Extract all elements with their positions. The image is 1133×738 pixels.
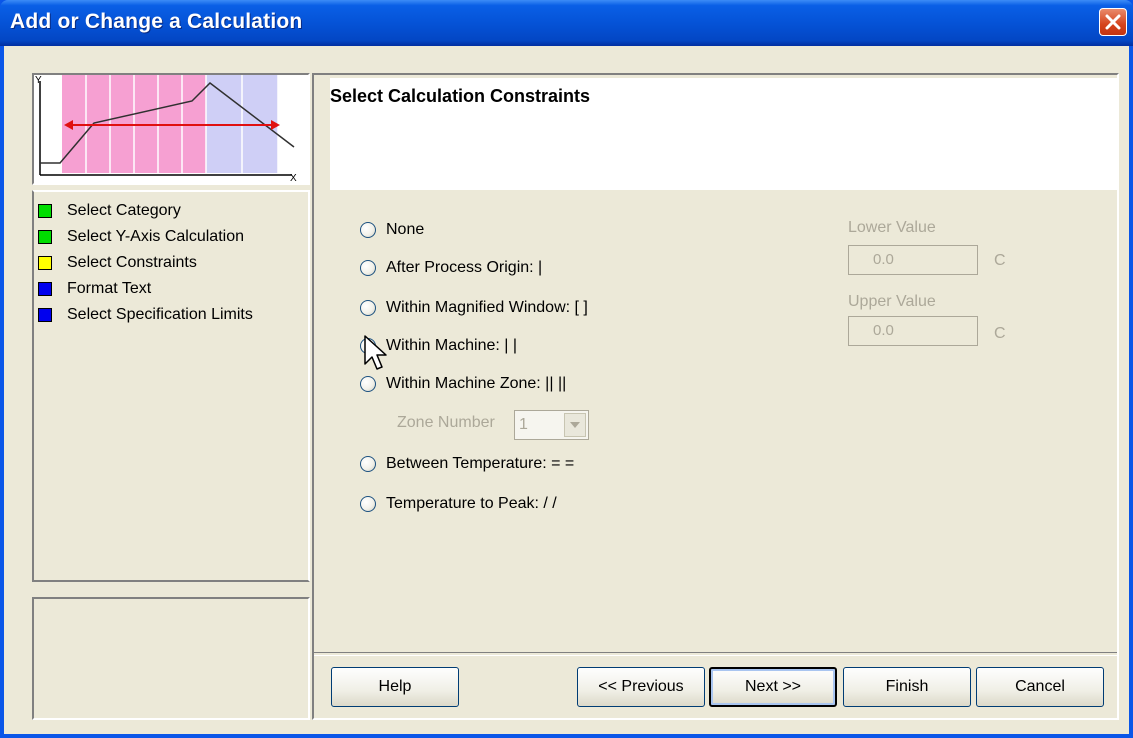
- radio-label: Within Machine: | |: [386, 337, 518, 354]
- close-icon: [1105, 14, 1121, 30]
- calculation-preview: Y X: [32, 73, 310, 185]
- radio-button[interactable]: [360, 456, 376, 472]
- step-label: Format Text: [67, 280, 152, 297]
- step-item-select-constraints: Select Constraints: [38, 250, 197, 276]
- y-axis-label: Y: [35, 75, 42, 86]
- help-button[interactable]: Help: [331, 667, 459, 707]
- zone-number-label: Zone Number: [397, 414, 495, 431]
- step-label: Select Category: [67, 202, 181, 219]
- x-axis-label: X: [290, 173, 297, 183]
- radio-none[interactable]: None: [360, 218, 424, 242]
- radio-button[interactable]: [360, 376, 376, 392]
- radio-label: Within Machine Zone: || ||: [386, 375, 567, 392]
- preview-graphic: Y X: [35, 75, 297, 184]
- zone-number-value: 1: [519, 416, 528, 433]
- lower-value-unit: C: [994, 252, 1006, 269]
- radio-button[interactable]: [360, 222, 376, 238]
- wizard-steps-list: Select Category Select Y-Axis Calculatio…: [32, 190, 310, 582]
- radio-label: Between Temperature: = =: [386, 455, 575, 472]
- step-label: Select Constraints: [67, 254, 197, 271]
- mouse-cursor-icon: [364, 335, 387, 370]
- step-item-select-specification-limits: Select Specification Limits: [38, 302, 253, 328]
- cancel-button[interactable]: Cancel: [976, 667, 1104, 707]
- close-button[interactable]: [1099, 8, 1127, 36]
- radio-between-temperature[interactable]: Between Temperature: = =: [360, 452, 574, 476]
- upper-value-label: Upper Value: [848, 293, 936, 310]
- finish-button[interactable]: Finish: [843, 667, 971, 707]
- upper-value-unit: C: [994, 325, 1006, 342]
- step-label: Select Y-Axis Calculation: [67, 228, 244, 245]
- step-label: Select Specification Limits: [67, 306, 253, 323]
- step-status-swatch: [38, 230, 52, 244]
- button-divider: [314, 652, 1117, 656]
- radio-button[interactable]: [360, 300, 376, 316]
- step-header: Select Calculation Constraints: [330, 78, 1117, 190]
- next-button[interactable]: Next >>: [709, 667, 837, 707]
- radio-label: Within Magnified Window: [ ]: [386, 299, 588, 316]
- lower-value-input[interactable]: 0.0: [848, 245, 978, 275]
- step-status-swatch: [38, 256, 52, 270]
- step-item-select-category: Select Category: [38, 198, 181, 224]
- radio-button[interactable]: [360, 260, 376, 276]
- chevron-down-icon[interactable]: [564, 413, 586, 437]
- description-panel: [32, 597, 310, 720]
- step-item-select-y-axis-calculation: Select Y-Axis Calculation: [38, 224, 244, 250]
- page-title: Select Calculation Constraints: [330, 86, 591, 106]
- lower-value-label: Lower Value: [848, 219, 936, 236]
- radio-within-magnified-window[interactable]: Within Magnified Window: [ ]: [360, 296, 588, 320]
- radio-label: None: [386, 221, 425, 238]
- radio-within-machine-zone[interactable]: Within Machine Zone: || ||: [360, 372, 566, 396]
- upper-value-input[interactable]: 0.0: [848, 316, 978, 346]
- step-status-swatch: [38, 308, 52, 322]
- window-title: Add or Change a Calculation: [10, 10, 303, 33]
- step-item-format-text: Format Text: [38, 276, 151, 302]
- radio-label: After Process Origin: |: [386, 259, 543, 276]
- radio-button[interactable]: [360, 496, 376, 512]
- zone-number-select[interactable]: 1: [514, 410, 589, 440]
- title-bar[interactable]: Add or Change a Calculation: [0, 0, 1133, 46]
- radio-temperature-to-peak[interactable]: Temperature to Peak: / /: [360, 492, 557, 516]
- step-status-swatch: [38, 204, 52, 218]
- previous-button[interactable]: << Previous: [577, 667, 705, 707]
- radio-after-process-origin[interactable]: After Process Origin: |: [360, 256, 542, 280]
- step-status-swatch: [38, 282, 52, 296]
- radio-label: Temperature to Peak: / /: [386, 495, 557, 512]
